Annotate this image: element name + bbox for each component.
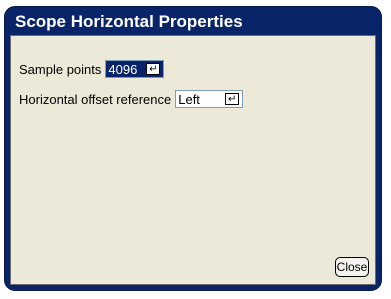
horizontal-offset-value: Left: [178, 91, 200, 107]
dialog-title: Scope Horizontal Properties: [15, 12, 243, 31]
sample-points-row: Sample points 4096 ↵: [19, 59, 165, 79]
dialog-window: Scope Horizontal Properties Sample point…: [4, 6, 382, 291]
sample-points-label: Sample points: [19, 61, 102, 77]
sample-points-field[interactable]: 4096 ↵: [105, 60, 165, 78]
horizontal-offset-row: Horizontal offset reference Left ↵: [19, 89, 244, 109]
enter-key-icon[interactable]: ↵: [146, 63, 161, 75]
dialog-body: Sample points 4096 ↵ Horizontal offset r…: [10, 35, 376, 285]
horizontal-offset-label: Horizontal offset reference: [19, 91, 172, 107]
close-button[interactable]: Close: [335, 257, 369, 277]
horizontal-offset-field[interactable]: Left ↵: [175, 90, 244, 108]
enter-key-icon[interactable]: ↵: [225, 93, 240, 105]
sample-points-value: 4096: [108, 61, 138, 77]
